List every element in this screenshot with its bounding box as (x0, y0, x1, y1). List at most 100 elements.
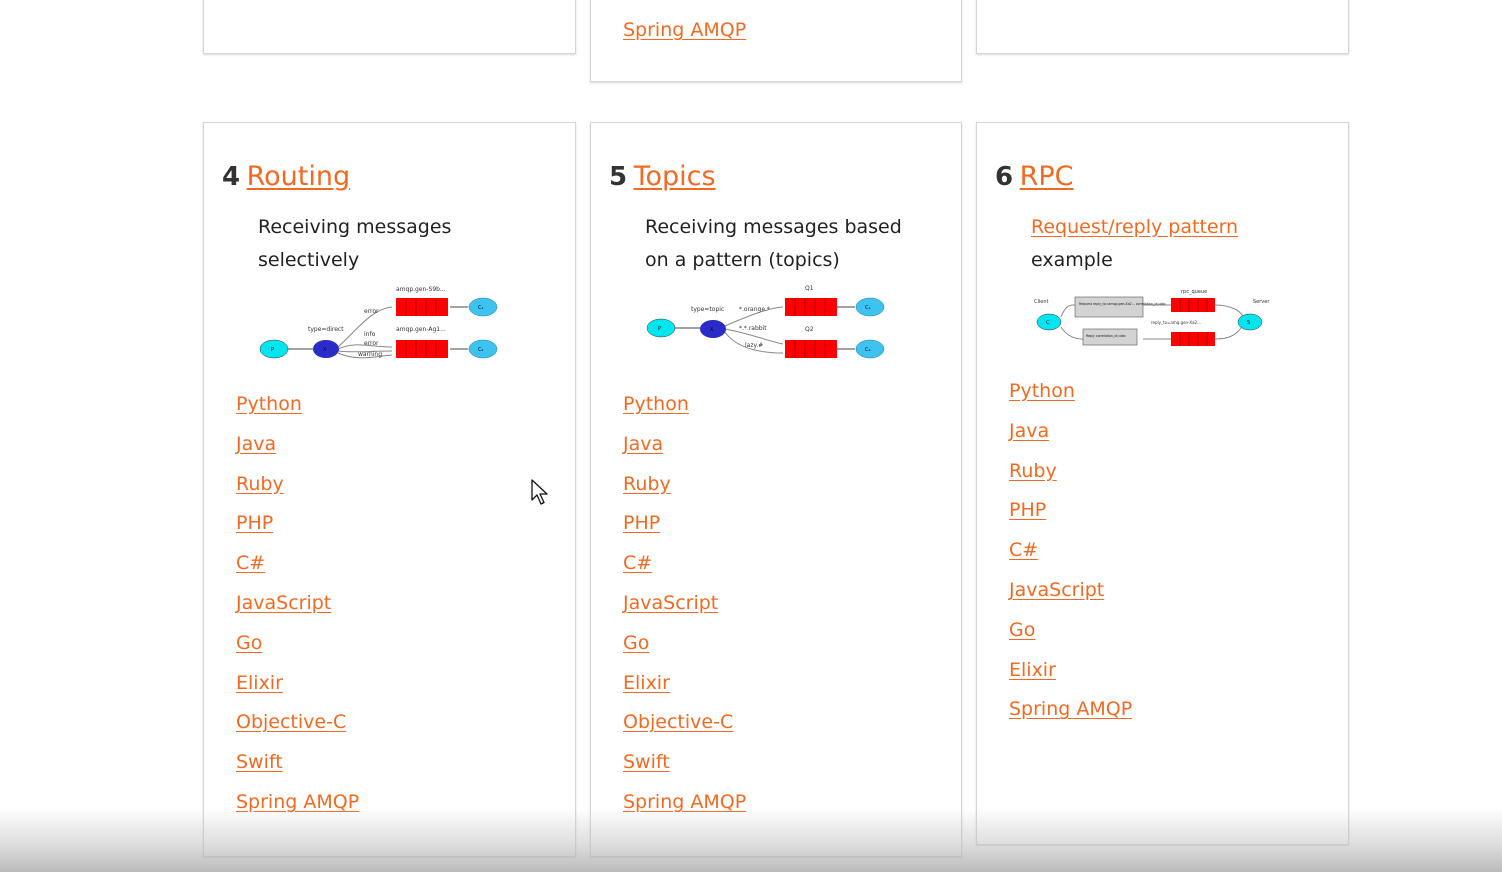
tutorial-card-2: Spring AMQP (590, 0, 962, 82)
lang-link-javascript[interactable]: JavaScript (236, 592, 331, 614)
lang-link-php[interactable]: PHP (236, 512, 273, 534)
tutorial-number: 5 (609, 162, 628, 192)
queue-label: rpc_queue (1181, 289, 1207, 295)
lang-link-go[interactable]: Go (1009, 619, 1035, 641)
node-label: C₁ (865, 305, 871, 311)
node-label: X (323, 347, 327, 353)
language-list: Python Java Ruby PHP C# JavaScript Go El… (1009, 380, 1132, 738)
list-item: Objective-C (236, 711, 359, 751)
queue-2 (396, 340, 448, 358)
queue-label: Q2 (805, 326, 814, 333)
tutorial-title-link[interactable]: Topics (634, 161, 716, 192)
node-label: S (1247, 320, 1250, 326)
list-item: Ruby (1009, 460, 1132, 500)
lang-link-objective-c[interactable]: Objective-C (236, 711, 346, 733)
lang-link-spring-amqp[interactable]: Spring AMQP (623, 791, 746, 813)
message-label: Request reply_to=amqp.gen-Xa2... correla… (1079, 302, 1166, 306)
node-label: X (710, 327, 714, 333)
lang-link-ruby[interactable]: Ruby (1009, 460, 1057, 482)
list-item: C# (236, 552, 359, 592)
queue-2 (1171, 332, 1215, 346)
binding-label: lazy.# (745, 342, 763, 349)
tutorial-number: 4 (222, 162, 241, 192)
node-label: Client (1034, 299, 1049, 305)
lang-link-php[interactable]: PHP (623, 512, 660, 534)
node-label: P (271, 347, 274, 353)
node-label: C₁ (478, 305, 484, 311)
list-item: PHP (236, 512, 359, 552)
lang-link-elixir[interactable]: Elixir (236, 672, 283, 694)
list-item: Spring AMQP (236, 791, 359, 831)
tutorial-card-1 (203, 0, 576, 54)
lang-link-swift[interactable]: Swift (623, 751, 670, 773)
binding-label: *.*.rabbit (739, 325, 767, 332)
lang-link-java[interactable]: Java (1009, 420, 1049, 442)
node-label: Server (1253, 299, 1270, 305)
lang-link-spring-amqp[interactable]: Spring AMQP (623, 19, 746, 41)
node-label: P (658, 326, 661, 332)
list-item: Python (1009, 380, 1132, 420)
binding-label: warning (358, 351, 382, 358)
topics-diagram: type=topic *.orange.* *.*.rabbit lazy.# … (646, 285, 885, 359)
list-item: Elixir (623, 672, 746, 712)
tutorial-card-routing: 4 Routing Receiving messages selectively… (203, 122, 576, 857)
tutorial-card-rpc: 6 RPC Request/reply pattern example Clie… (976, 122, 1349, 845)
lang-link-elixir[interactable]: Elixir (623, 672, 670, 694)
list-item: Python (623, 393, 746, 433)
lang-link-elixir[interactable]: Elixir (1009, 659, 1056, 681)
tutorial-description: Receiving messages selectively (258, 216, 452, 271)
lang-link-php[interactable]: PHP (1009, 499, 1046, 521)
routing-diagram: type=direct error info error warning amq… (259, 286, 498, 359)
lang-link-python[interactable]: Python (623, 393, 689, 415)
list-item: Go (1009, 619, 1132, 659)
request-message (1074, 296, 1144, 318)
lang-link-go[interactable]: Go (236, 632, 262, 654)
card-heading: 5 Topics (609, 161, 716, 192)
language-list: Python Java Ruby PHP C# JavaScript Go El… (623, 393, 746, 831)
lang-link-ruby[interactable]: Ruby (623, 473, 671, 495)
queue-2 (785, 340, 837, 358)
list-item: Spring AMQP (623, 791, 746, 831)
lang-link-csharp[interactable]: C# (236, 552, 265, 574)
exchange-type-label: type=direct (308, 326, 344, 333)
queue-1 (785, 298, 837, 316)
language-list: Python Java Ruby PHP C# JavaScript Go El… (236, 393, 359, 831)
list-item: Go (623, 632, 746, 672)
node-label: C₂ (865, 347, 871, 353)
list-item: Swift (236, 751, 359, 791)
list-item: C# (1009, 539, 1132, 579)
lang-link-spring-amqp[interactable]: Spring AMQP (236, 791, 359, 813)
lang-link-python[interactable]: Python (1009, 380, 1075, 402)
lang-link-java[interactable]: Java (623, 433, 663, 455)
lang-link-java[interactable]: Java (236, 433, 276, 455)
lang-link-spring-amqp[interactable]: Spring AMQP (1009, 698, 1132, 720)
queue-label: amqp.gen-S9b... (396, 286, 446, 293)
card-heading: 4 Routing (222, 161, 350, 192)
card-heading: 6 RPC (995, 161, 1074, 192)
lang-link-javascript[interactable]: JavaScript (623, 592, 718, 614)
tutorial-title-link[interactable]: Routing (247, 161, 351, 192)
queue-label: reply_to=amq.gen-Xa2... (1151, 320, 1201, 325)
list-item: Spring AMQP (1009, 698, 1132, 738)
lang-link-python[interactable]: Python (236, 393, 302, 415)
list-item: Elixir (1009, 659, 1132, 699)
list-item: JavaScript (1009, 579, 1132, 619)
node-label: C₂ (478, 347, 484, 353)
lang-link-objective-c[interactable]: Objective-C (623, 711, 733, 733)
description-link[interactable]: Request/reply pattern (1031, 216, 1238, 238)
lang-link-ruby[interactable]: Ruby (236, 473, 284, 495)
list-item: Ruby (623, 473, 746, 513)
list-item: Swift (623, 751, 746, 791)
lang-link-javascript[interactable]: JavaScript (1009, 579, 1104, 601)
queue-label: Q1 (805, 285, 814, 292)
lang-link-swift[interactable]: Swift (236, 751, 283, 773)
binding-label: error (364, 308, 379, 315)
tutorial-description: Request/reply pattern example (1031, 216, 1239, 271)
lang-link-csharp[interactable]: C# (623, 552, 652, 574)
lang-link-csharp[interactable]: C# (1009, 539, 1038, 561)
lang-link-go[interactable]: Go (623, 632, 649, 654)
list-item: PHP (1009, 499, 1132, 539)
tutorial-title-link[interactable]: RPC (1020, 161, 1074, 192)
node-label: C (1046, 320, 1050, 326)
queue-label: amqp.gen-Ag1... (396, 326, 446, 333)
